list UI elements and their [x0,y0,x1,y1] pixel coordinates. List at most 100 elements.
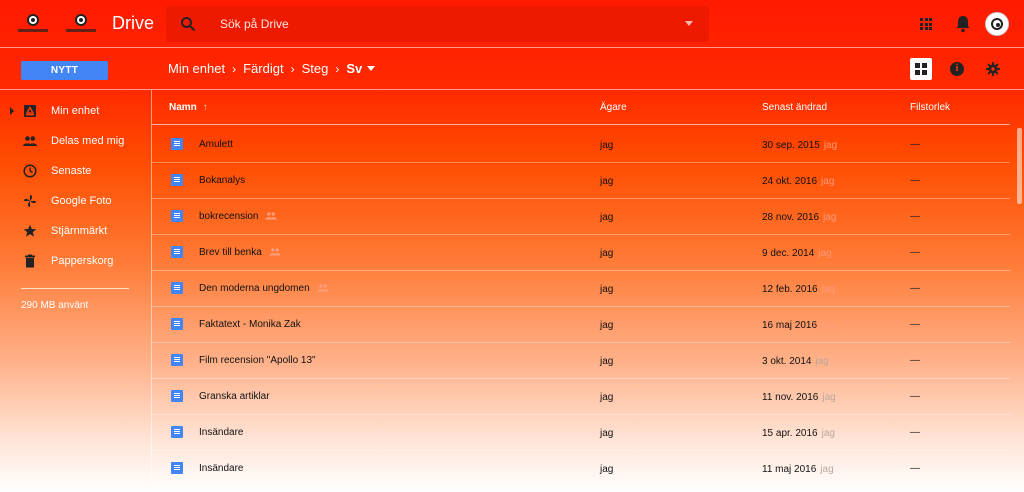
file-row[interactable]: Amulett jag 30 sep. 2015 jag — [152,127,1010,163]
file-name[interactable]: Den moderna ungdomen [199,283,329,294]
search-icon[interactable] [180,16,196,32]
file-size: — [910,283,920,294]
file-name[interactable]: bokrecension [199,211,277,222]
breadcrumb-item-steg[interactable]: Steg [302,61,329,76]
file-row[interactable]: Brev till benka jag 9 dec. 2014 jag — [152,235,1010,271]
file-name[interactable]: Brev till benka [199,247,281,258]
google-docs-icon [171,354,183,366]
folder-menu-dropdown-icon[interactable] [367,66,376,71]
toolbar [0,48,1024,90]
breadcrumb-item-fardigt[interactable]: Färdigt [243,61,283,76]
column-header-last-modified[interactable]: Senast ändrad [762,102,827,113]
apps-grid-icon[interactable] [920,18,932,30]
file-row[interactable]: bokrecension jag 28 nov. 2016 jag — [152,199,1010,235]
file-modified-date: 11 nov. 2016 [762,392,819,403]
file-row[interactable]: Den moderna ungdomen jag 12 feb. 2016 jag — [152,271,1010,307]
sidebar-item-label: Min enhet [51,105,100,117]
breadcrumb: Min enhet › Färdigt › Steg › Sv [168,61,376,76]
file-name[interactable]: Insändare [199,427,243,438]
new-button[interactable]: NYTT [21,61,108,80]
file-row[interactable]: Insändare jag 11 maj 2016 jag — [152,451,1010,487]
file-modified-by: jag [823,212,837,223]
top-app-bar: Drive [0,0,1024,48]
file-modified-by: jag [821,428,835,439]
file-modified-by: jag [818,248,832,259]
file-name[interactable]: Granska artiklar [199,391,270,402]
file-name[interactable]: Bokanalys [199,175,245,186]
settings-gear-icon[interactable] [986,62,1000,76]
file-name[interactable]: Insändare [199,463,243,474]
sidebar-item-min-enhet[interactable]: Min enhet [0,99,150,123]
file-list-header: Namn ↑ Ägare Senast ändrad Filstorlek [152,92,1010,125]
file-modified-by: jag [821,284,835,295]
account-avatar[interactable] [985,12,1009,36]
scrollbar[interactable] [1014,126,1024,492]
expand-arrow-icon[interactable] [10,107,14,115]
storage-used[interactable]: 290 MB använt [21,300,88,311]
file-owner: jag [600,212,614,223]
column-header-file-size[interactable]: Filstorlek [910,102,950,113]
file-row[interactable]: Faktatext - Monika Zak jag 16 maj 2016 jag — [152,307,1010,343]
sidebar-item-papperskorg[interactable]: Papperskorg [0,249,150,273]
sidebar-item-label: Google Foto [51,195,112,207]
file-owner: jag [600,284,614,295]
google-docs-icon [171,390,183,402]
file-name[interactable]: Faktatext - Monika Zak [199,319,301,330]
file-modified-by: jag [821,176,835,187]
file-owner: jag [600,428,614,439]
file-row[interactable]: Insändare jag 15 apr. 2016 jag — [152,415,1010,451]
file-name-text: Film recension "Apollo 13" [199,355,316,366]
sort-ascending-arrow-icon[interactable]: ↑ [203,102,208,113]
file-size: — [910,139,920,150]
file-row[interactable]: Bokanalys jag 24 okt. 2016 jag — [152,163,1010,199]
file-modified: 15 apr. 2016 jag [762,428,835,439]
chevron-right-icon: › [232,61,237,76]
chevron-right-icon: › [335,61,340,76]
file-modified-date: 30 sep. 2015 [762,140,820,151]
google-docs-icon [171,318,183,330]
file-name[interactable]: Film recension "Apollo 13" [199,355,316,366]
file-modified-date: 15 apr. 2016 [762,428,818,439]
google-docs-icon [171,246,183,258]
drive-icon [24,105,36,117]
google-docs-icon [171,426,183,438]
file-name-text: Faktatext - Monika Zak [199,319,301,330]
info-icon[interactable]: i [950,62,964,76]
file-name-text: Granska artiklar [199,391,270,402]
file-row[interactable]: Granska artiklar jag 11 nov. 2016 jag — [152,379,1010,415]
file-row[interactable]: Film recension "Apollo 13" jag 3 okt. 2014… [152,343,1010,379]
notifications-bell-icon[interactable] [955,15,971,33]
search-options-dropdown-icon[interactable] [685,21,693,26]
sidebar-item-stjarnmarkt[interactable]: Stjärnmärkt [0,219,150,243]
grid-view-icon[interactable] [910,58,932,80]
file-size: — [910,355,920,366]
file-name[interactable]: Amulett [199,139,233,150]
breadcrumb-item-min-enhet[interactable]: Min enhet [168,61,225,76]
file-modified-date: 28 nov. 2016 [762,212,820,223]
file-name-text: Insändare [199,427,244,438]
column-header-name-label: Namn [169,102,197,113]
pinwheel-photos-icon [24,195,36,207]
file-modified-date: 12 feb. 2016 [762,284,818,295]
search-input[interactable] [220,15,660,33]
file-owner: jag [600,320,614,331]
file-modified-by: jag [822,392,836,403]
sidebar-item-delas-med-mig[interactable]: Delas med mig [0,129,150,153]
breadcrumb-current-folder[interactable]: Sv [346,61,362,76]
sidebar-item-google-foto[interactable]: Google Foto [0,189,150,213]
sidebar-item-senaste[interactable]: Senaste [0,159,150,183]
search-box[interactable] [166,6,709,42]
school-logo[interactable] [18,12,106,36]
file-size: — [910,211,920,222]
file-modified: 11 maj 2016 jag [762,464,834,475]
file-modified-by: jag [815,356,829,367]
column-header-name[interactable]: Namn ↑ [169,102,208,113]
shared-people-icon [23,136,37,146]
scrollbar-thumb[interactable] [1017,128,1022,204]
google-docs-icon [171,210,183,222]
file-name-text: Bokanalys [199,175,246,186]
app-brand[interactable]: Drive [112,13,154,34]
column-header-owner[interactable]: Ägare [600,102,627,113]
file-modified-date: 3 okt. 2014 [762,356,812,367]
file-name-text: Insändare [199,463,244,474]
